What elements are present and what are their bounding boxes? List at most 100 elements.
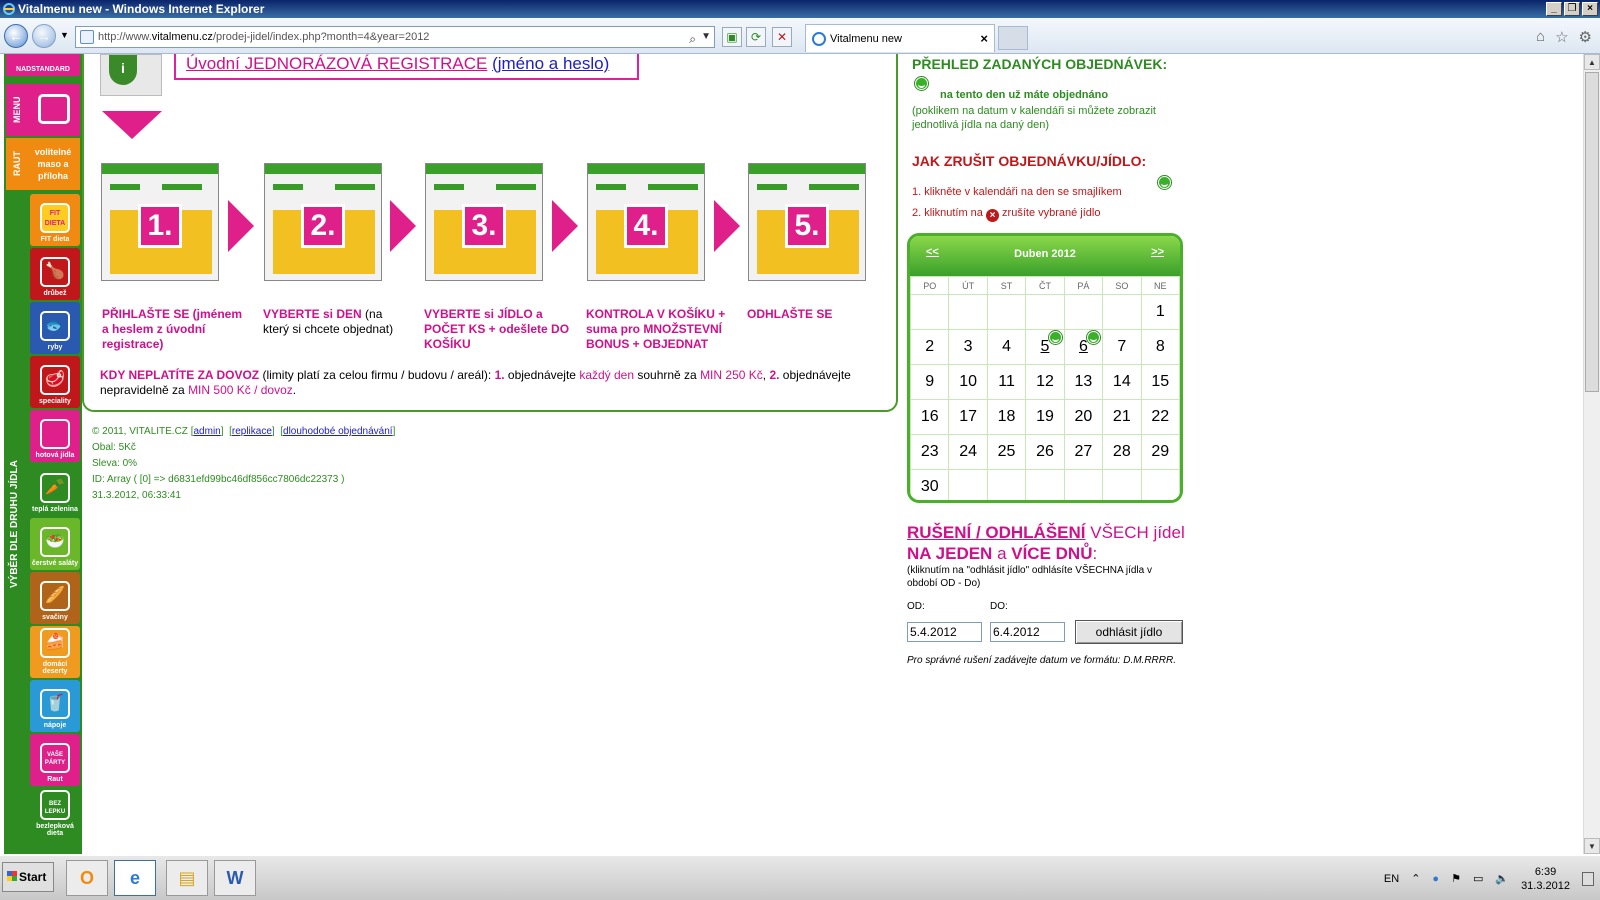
start-button[interactable]: Start [2,862,54,892]
calendar-day[interactable]: 14 [1102,364,1142,400]
scroll-thumb[interactable] [1585,72,1599,392]
sidebar-item-tepla-zelenina[interactable]: 🥕 teplá zelenina [30,464,80,516]
sidebar-item-cerstve-salaty[interactable]: 🥗 čerstvé saláty [30,518,80,570]
calendar-day[interactable]: 15 [1140,364,1180,400]
tray-expand-icon[interactable]: ⌃ [1411,872,1420,885]
new-tab-button[interactable] [998,26,1028,50]
long-term-order-link[interactable]: dlouhodobé objednávání [283,426,393,437]
calendar-day[interactable]: 24 [948,434,988,470]
minimize-button[interactable]: _ [1546,2,1562,16]
category-sidebar: NADSTANDARD MENU RAUT volitelné maso a p… [4,54,82,854]
compat-view-button[interactable]: ▣ [722,27,742,47]
calendar-day[interactable]: 16 [910,399,950,435]
od-date-input[interactable]: 5.4.2012 [907,622,982,642]
calendar-day[interactable]: 11 [986,364,1027,400]
action-center-flag-icon[interactable]: ⚑ [1451,872,1461,885]
vertical-scrollbar[interactable]: ▲ ▼ [1583,54,1600,854]
sidebar-item-svaciny[interactable]: 🥖 svačiny [30,572,80,624]
outlook-taskbar-icon[interactable]: O [66,860,108,896]
registration-icon[interactable]: i [100,54,162,96]
calendar-day[interactable]: 18 [986,399,1027,435]
sidebar-item-ryby[interactable]: 🐟 ryby [30,302,80,354]
sidebar-item-speciality[interactable]: 🥩 speciality [30,356,80,408]
calendar-day[interactable]: 28 [1102,434,1142,470]
do-date-input[interactable]: 6.4.2012 [990,622,1065,642]
sidebar-item-drubez[interactable]: 🍗 drůbež [30,248,80,300]
stop-button[interactable]: ✕ [772,27,792,47]
tab-close-icon[interactable]: × [980,25,988,53]
registration-name-password-link[interactable]: (jméno a heslo) [492,54,609,73]
home-icon[interactable]: ⌂ [1536,28,1545,46]
calendar-day[interactable]: 26 [1025,434,1065,470]
browser-navbar: ← → ▼ http://www.vitalmenu.cz/prodej-jid… [0,18,1600,54]
calendar-day[interactable]: 7 [1102,329,1142,365]
pot-icon [38,94,70,124]
explorer-taskbar-icon[interactable]: ▤ [166,860,208,896]
forward-button[interactable]: → [32,24,56,48]
favorites-star-icon[interactable]: ☆ [1555,28,1568,46]
scroll-up-icon[interactable]: ▲ [1584,54,1600,70]
maximize-button[interactable]: ❐ [1564,2,1580,16]
sidebar-item-bezlepkova[interactable]: BEZ LEPKU bezlepková dieta [30,788,80,840]
address-dropdown-icon[interactable]: ▼ [701,27,711,47]
network-icon[interactable]: ● [1432,873,1439,885]
calendar-day[interactable]: 8 [1140,329,1180,365]
calendar-day[interactable]: 20 [1063,399,1104,435]
step-4-text: KONTROLA V KOŠÍKU + suma pro MNOŽSTEVNÍ … [586,307,726,352]
calendar-day[interactable]: 4 [986,329,1027,365]
calendar-day-number: 2 [925,338,935,355]
show-desktop-button[interactable] [1582,871,1594,886]
calendar-day[interactable]: 3 [948,329,988,365]
calendar-day[interactable]: 21 [1102,399,1142,435]
registration-link[interactable]: Úvodní JEDNORÁZOVÁ REGISTRACE (jméno a h… [174,54,639,80]
ie-taskbar-icon[interactable]: e [114,860,156,896]
calendar-day[interactable]: 6 [1063,329,1104,365]
browser-tab[interactable]: Vitalmenu new × [805,24,995,52]
admin-link[interactable]: admin [193,426,220,437]
sidebar-item-hotova-jidla[interactable]: hotová jídla [30,410,80,462]
scroll-down-icon[interactable]: ▼ [1584,838,1600,854]
word-taskbar-icon[interactable]: W [214,860,256,896]
calendar-day[interactable]: 10 [948,364,988,400]
search-icon[interactable]: ⌕ [689,29,696,47]
volume-icon[interactable]: 🔈 [1495,872,1509,885]
history-dropdown-icon[interactable]: ▼ [60,30,69,40]
calendar-day[interactable]: 19 [1025,399,1065,435]
back-button[interactable]: ← [4,24,28,48]
calendar-day[interactable]: 9 [910,364,950,400]
step-5-text: ODHLAŠTE SE [747,307,895,322]
calendar-day[interactable]: 27 [1063,434,1104,470]
salad-icon: 🥗 [40,527,70,557]
calendar-day[interactable]: 17 [948,399,988,435]
sidebar-item-fit-dieta[interactable]: FIT DIETA FIT dieta [30,194,80,246]
bulk-cancel-title-part: NA JEDEN [907,544,993,563]
cancel-meal-button[interactable]: odhlásit jídlo [1075,620,1183,644]
sidebar-item-raut[interactable]: VAŠE PÁRTY Raut [30,734,80,786]
language-indicator[interactable]: EN [1384,873,1399,885]
calendar-day[interactable]: 2 [910,329,950,365]
calendar-day[interactable]: 13 [1063,364,1104,400]
raut-section[interactable]: RAUT volitelné maso a příloha [6,138,80,190]
tools-gear-icon[interactable]: ⚙ [1579,28,1592,46]
close-window-button[interactable]: × [1582,2,1598,16]
registration-text[interactable]: Úvodní JEDNORÁZOVÁ REGISTRACE [186,54,487,73]
address-bar[interactable]: http://www.vitalmenu.cz/prodej-jidel/ind… [75,26,715,48]
calendar-next-link[interactable]: >> [1151,246,1164,258]
clock[interactable]: 6:39 31.3.2012 [1521,865,1570,893]
sidebar-item-domaci-deserty[interactable]: 🍰 domácí deserty [30,626,80,678]
display-icon[interactable]: ▭ [1473,872,1483,885]
nadstandard-item[interactable]: NADSTANDARD [6,54,80,76]
drink-icon: 🥤 [40,689,70,719]
calendar-day[interactable]: 23 [910,434,950,470]
calendar-day[interactable]: 12 [1025,364,1065,400]
calendar-day[interactable]: 22 [1140,399,1180,435]
calendar-day[interactable]: 5 [1025,329,1065,365]
sidebar-item-napoje[interactable]: 🥤 nápoje [30,680,80,732]
calendar-day[interactable]: 1 [1140,294,1180,330]
calendar-day[interactable]: 25 [986,434,1027,470]
menu-section[interactable]: MENU [6,84,80,136]
calendar-day[interactable]: 29 [1140,434,1180,470]
refresh-button[interactable]: ⟳ [746,27,766,47]
replikace-link[interactable]: replikace [232,426,272,437]
calendar-day[interactable]: 30 [910,469,950,500]
